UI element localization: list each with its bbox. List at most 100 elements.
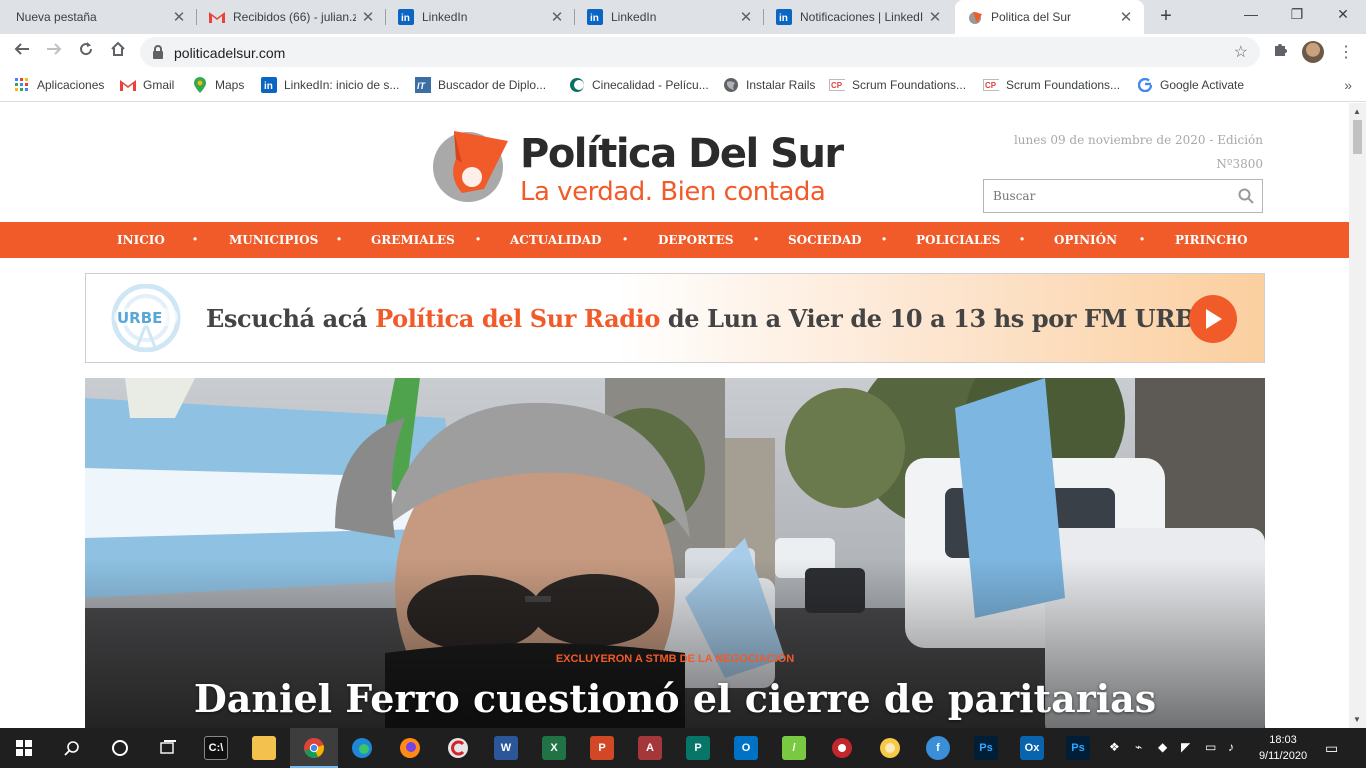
tab-linkedin-notifications[interactable]: in Notificaciones | LinkedIn ✕ (764, 0, 953, 34)
minimize-button[interactable]: — (1228, 0, 1274, 30)
maps-icon (192, 77, 208, 93)
extensions-puzzle-icon[interactable] (1272, 42, 1288, 62)
clock-date: 9/11/2020 (1258, 750, 1308, 762)
photoshop-icon[interactable]: Ps (1066, 736, 1090, 760)
svg-text:in: in (264, 81, 273, 92)
security-shield-icon[interactable]: ◆ (1158, 740, 1167, 754)
nav-municipios[interactable]: MUNICIPIOS (229, 233, 318, 247)
story-kicker[interactable]: EXCLUYERON A STMB DE LA NEGOCIACIÓN (85, 653, 1265, 665)
home-button[interactable] (106, 40, 130, 64)
banner-text: Escuchá acá Política del Sur Radio de Lu… (206, 304, 1213, 333)
display-icon[interactable]: ▭ (1205, 740, 1216, 754)
windows-start-icon[interactable] (12, 736, 36, 760)
search-input[interactable] (984, 180, 1224, 212)
terminal-icon[interactable]: C:\ (204, 736, 228, 760)
nav-opinion[interactable]: OPINIÓN (1054, 233, 1117, 247)
story-headline[interactable]: Daniel Ferro cuestionó el cierre de pari… (85, 676, 1265, 721)
tab-politica-del-sur[interactable]: Politica del Sur ✕ (955, 0, 1144, 34)
bookmark-scrum-1[interactable]: CP Scrum Foundations... (829, 77, 966, 93)
word-icon[interactable]: W (494, 736, 518, 760)
excel-icon[interactable]: X (542, 736, 566, 760)
banner-text-after: de Lun a Vier de 10 a 13 hs por FM URBE (659, 304, 1213, 333)
svg-text:CP: CP (985, 81, 997, 90)
edge-icon[interactable] (350, 736, 374, 760)
nav-pirincho[interactable]: PIRINCHO (1175, 233, 1248, 247)
notifications-icon[interactable]: ▭ (1325, 740, 1338, 757)
tab-new-tab[interactable]: Nueva pestaña ✕ (0, 0, 197, 34)
close-icon[interactable]: ✕ (171, 8, 187, 26)
play-button[interactable] (1189, 295, 1237, 343)
network-icon[interactable]: ◤ (1181, 740, 1190, 754)
tab-linkedin-2[interactable]: in LinkedIn ✕ (575, 0, 764, 34)
bookmark-apps[interactable]: Aplicaciones (14, 77, 104, 93)
bookmark-maps[interactable]: Maps (192, 77, 244, 93)
cp-icon: CP (983, 77, 999, 93)
publisher-icon[interactable]: P (686, 736, 710, 760)
scroll-down-arrow-icon[interactable]: ▼ (1353, 715, 1361, 724)
close-icon[interactable]: ✕ (1118, 8, 1134, 26)
access-icon[interactable]: A (638, 736, 662, 760)
cortana-icon[interactable] (108, 736, 132, 760)
maximize-button[interactable]: ❐ (1274, 0, 1320, 30)
close-icon[interactable]: ✕ (927, 8, 943, 26)
bookmark-gmail[interactable]: Gmail (120, 77, 174, 93)
volume-icon[interactable]: ♪ (1228, 740, 1234, 754)
chrome-icon[interactable] (302, 736, 326, 760)
close-icon[interactable]: ✕ (738, 8, 754, 26)
search-icon[interactable] (1238, 188, 1254, 204)
bookmark-buscador-diplo[interactable]: IT Buscador de Diplo... (415, 77, 546, 93)
page-scrollbar[interactable]: ▲ ▼ (1349, 103, 1366, 728)
bookmark-star-icon[interactable]: ☆ (1234, 42, 1248, 62)
bookmark-scrum-2[interactable]: CP Scrum Foundations... (983, 77, 1120, 93)
reload-button[interactable] (74, 40, 98, 64)
bookmark-linkedin[interactable]: in LinkedIn: inicio de s... (261, 77, 399, 93)
back-button[interactable] (10, 40, 34, 64)
powerpoint-icon[interactable]: P (590, 736, 614, 760)
search-icon[interactable] (60, 736, 84, 760)
menu-kebab-icon[interactable]: ⋮ (1338, 42, 1354, 62)
tab-gmail[interactable]: Recibidos (66) - julian.za ✕ (197, 0, 386, 34)
search-box[interactable] (983, 179, 1263, 213)
nav-actualidad[interactable]: ACTUALIDAD (510, 233, 601, 247)
hero-story[interactable]: EXCLUYERON A STMB DE LA NEGOCIACIÓN Dani… (85, 378, 1265, 728)
close-icon[interactable]: ✕ (549, 8, 565, 26)
new-tab-button[interactable]: + (1155, 5, 1177, 28)
outlook-icon[interactable]: O (734, 736, 758, 760)
profile-avatar[interactable] (1302, 41, 1324, 63)
close-icon[interactable]: ✕ (360, 8, 376, 26)
bookmark-label: Buscador de Diplo... (438, 78, 547, 92)
bookmark-google-activate[interactable]: Google Activate (1137, 77, 1244, 93)
nav-sociedad[interactable]: SOCIEDAD (788, 233, 862, 247)
nav-policiales[interactable]: POLICIALES (916, 233, 1000, 247)
sticky-notes-icon[interactable] (878, 736, 902, 760)
ccleaner-icon[interactable] (446, 736, 470, 760)
site-logo[interactable]: Política Del Sur La verdad. Bien contada (432, 123, 852, 207)
photoshop-icon[interactable]: Ps (974, 736, 998, 760)
address-bar[interactable]: politicadelsur.com ☆ (140, 37, 1260, 67)
chevron-double-right-icon[interactable]: » (1344, 77, 1352, 93)
nav-deportes[interactable]: DEPORTES (658, 233, 734, 247)
scroll-thumb[interactable] (1353, 120, 1362, 154)
gmail-icon (209, 9, 225, 25)
tab-title: Nueva pestaña (16, 10, 97, 24)
bookmark-instalar-rails[interactable]: Instalar Rails (723, 77, 815, 93)
forward-button[interactable] (42, 40, 66, 64)
usb-icon[interactable]: ⌁ (1135, 740, 1142, 754)
dropbox-icon[interactable]: ❖ (1109, 740, 1120, 754)
nav-gremiales[interactable]: GREMIALES (371, 233, 455, 247)
tab-linkedin-1[interactable]: in LinkedIn ✕ (386, 0, 575, 34)
task-view-icon[interactable] (156, 736, 180, 760)
bookmark-cinecalidad[interactable]: Cinecalidad - Pelícu... (569, 77, 709, 93)
scroll-up-arrow-icon[interactable]: ▲ (1353, 107, 1361, 116)
firefox-icon[interactable] (398, 736, 422, 760)
close-window-button[interactable]: ✕ (1320, 0, 1366, 30)
system-clock[interactable]: 18:03 9/11/2020 (1254, 732, 1312, 764)
facebook-icon[interactable]: f (926, 736, 950, 760)
nav-inicio[interactable]: INICIO (117, 233, 165, 247)
outlook-express-icon[interactable]: Ox (1020, 736, 1044, 760)
file-explorer-icon[interactable] (252, 736, 276, 760)
bookmark-label: Scrum Foundations... (852, 78, 967, 92)
media-player-icon[interactable] (830, 736, 854, 760)
notepad-plus-icon[interactable]: / (782, 736, 806, 760)
radio-banner[interactable]: URBE Escuchá acá Política del Sur Radio … (85, 273, 1265, 363)
